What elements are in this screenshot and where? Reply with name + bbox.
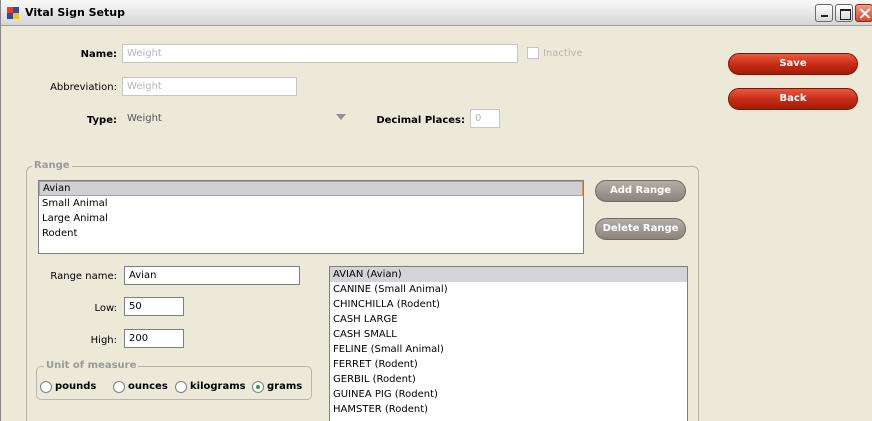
type-label: Type: <box>86 115 117 126</box>
range-list[interactable]: Avian Small Animal Large Animal Rodent <box>38 180 584 254</box>
species-list-item[interactable]: CASH SMALL <box>330 327 687 342</box>
species-list-item[interactable]: AVIAN (Avian) <box>330 267 687 282</box>
range-list-item[interactable]: Small Animal <box>39 196 583 211</box>
kilograms-radio[interactable] <box>175 381 187 393</box>
back-button[interactable]: Back <box>728 88 858 110</box>
maximize-icon[interactable] <box>835 4 853 22</box>
minimize-icon[interactable] <box>815 4 833 22</box>
range-list-item[interactable]: Rodent <box>39 226 583 241</box>
species-list-item[interactable]: FELINE (Small Animal) <box>330 342 687 357</box>
species-list[interactable]: AVIAN (Avian) CANINE (Small Animal) CHIN… <box>329 266 688 421</box>
species-list-item[interactable]: HAMSTER (Rodent) <box>330 402 687 417</box>
range-name-label: Range name: <box>50 271 117 282</box>
chevron-down-icon[interactable] <box>336 114 346 120</box>
decimal-places-input[interactable]: 0 <box>470 109 500 128</box>
abbreviation-label: Abbreviation: <box>50 82 117 93</box>
name-label: Name: <box>80 49 117 60</box>
species-list-item[interactable]: GERBIL (Rodent) <box>330 372 687 387</box>
abbreviation-input[interactable]: Weight <box>122 77 297 96</box>
grams-label: grams <box>267 381 303 392</box>
high-input[interactable]: 200 <box>124 329 184 348</box>
species-list-item[interactable]: CHINCHILLA (Rodent) <box>330 297 687 312</box>
inactive-label: Inactive <box>543 48 583 59</box>
low-input[interactable]: 50 <box>124 297 184 316</box>
high-label: High: <box>90 335 117 346</box>
range-list-item[interactable]: Large Animal <box>39 211 583 226</box>
save-button[interactable]: Save <box>728 53 858 75</box>
name-input[interactable]: Weight <box>122 44 518 63</box>
kilograms-label: kilograms <box>190 381 246 392</box>
range-name-input[interactable]: Avian <box>124 266 300 285</box>
grams-radio[interactable] <box>252 381 264 393</box>
ounces-radio[interactable] <box>113 381 125 393</box>
unit-of-measure-legend: Unit of measure <box>44 360 139 371</box>
species-list-item[interactable]: CANINE (Small Animal) <box>330 282 687 297</box>
pounds-label: pounds <box>55 381 97 392</box>
delete-range-button[interactable]: Delete Range <box>595 218 686 240</box>
close-icon[interactable] <box>855 4 872 22</box>
pounds-radio[interactable] <box>40 381 52 393</box>
ounces-label: ounces <box>128 381 168 392</box>
add-range-button[interactable]: Add Range <box>595 180 686 202</box>
range-list-item[interactable]: Avian <box>39 181 583 196</box>
window-title: Vital Sign Setup <box>25 6 125 19</box>
species-list-item[interactable]: GUINEA PIG (Rodent) <box>330 387 687 402</box>
vital-sign-setup-window: Vital Sign Setup Name: Weight Inactive A… <box>0 0 872 421</box>
species-list-item[interactable]: FERRET (Rodent) <box>330 357 687 372</box>
low-label: Low: <box>94 303 117 314</box>
app-icon <box>7 7 19 19</box>
range-legend: Range <box>32 160 72 171</box>
title-bar[interactable]: Vital Sign Setup <box>1 0 872 26</box>
type-select[interactable]: Weight <box>122 109 352 128</box>
species-list-item[interactable]: CASH LARGE <box>330 312 687 327</box>
decimal-places-label: Decimal Places: <box>376 115 465 126</box>
inactive-checkbox[interactable] <box>527 47 539 59</box>
